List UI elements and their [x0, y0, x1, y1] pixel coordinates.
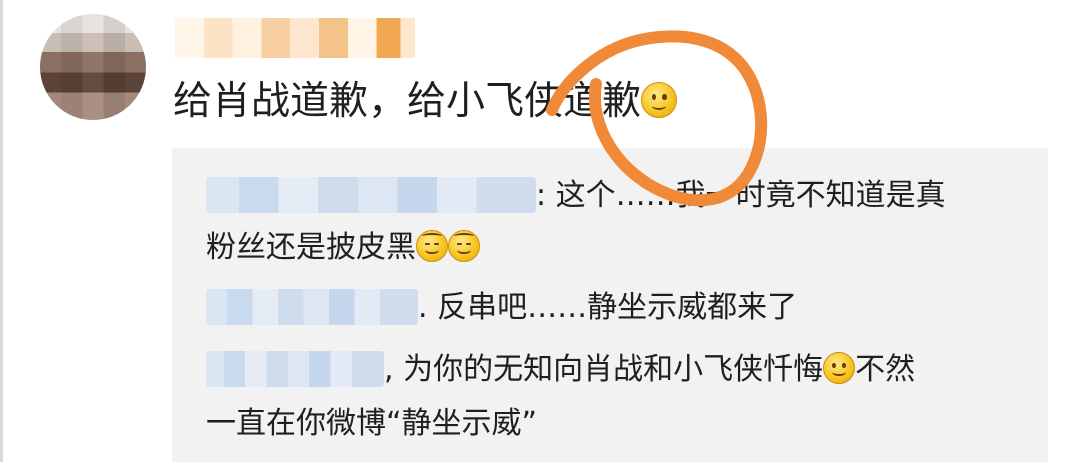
reply-3-text-1: , 为你的无知向肖战和小飞侠忏悔	[384, 352, 824, 387]
reply-1-line-2: 粉丝还是披皮黑	[206, 228, 480, 268]
smile-emoji-icon	[641, 82, 678, 118]
reply-3-text-2: 一直在你微博“静坐示威”	[206, 406, 538, 441]
left-edge-divider	[0, 0, 3, 462]
sweat-smile-emoji-icon	[416, 230, 448, 262]
reply-1-text-2: 粉丝还是披皮黑	[206, 230, 416, 265]
user-avatar[interactable]	[40, 14, 146, 120]
smile-emoji-icon	[823, 352, 856, 384]
reply-list: : 这个……我一时竟不知道是真 粉丝还是披皮黑 . 反串吧……静坐示威都来了 ,…	[172, 148, 1048, 462]
sweat-smile-emoji-icon	[448, 230, 480, 262]
post-text: 给肖战道歉，给小飞侠道歉	[173, 77, 678, 127]
reply-2-username-blurred[interactable]	[206, 289, 418, 325]
reply-3-text-1-tail: 不然	[855, 352, 916, 387]
reply-2-text-1: . 反串吧……静坐示威都来了	[418, 290, 798, 325]
reply-1-username-blurred[interactable]	[206, 177, 536, 213]
reply-2-line-1: . 反串吧……静坐示威都来了	[206, 288, 797, 328]
reply-3-username-blurred[interactable]	[206, 351, 384, 387]
post-text-content: 给肖战道歉，给小飞侠道歉	[173, 79, 642, 124]
reply-1-line-1: : 这个……我一时竟不知道是真	[206, 176, 946, 216]
reply-1-text-1: : 这个……我一时竟不知道是真	[536, 178, 946, 213]
reply-3-line-2: 一直在你微博“静坐示威”	[206, 404, 537, 444]
username-blurred[interactable]	[175, 18, 415, 58]
reply-3-line-1: , 为你的无知向肖战和小飞侠忏悔 不然	[206, 350, 915, 390]
